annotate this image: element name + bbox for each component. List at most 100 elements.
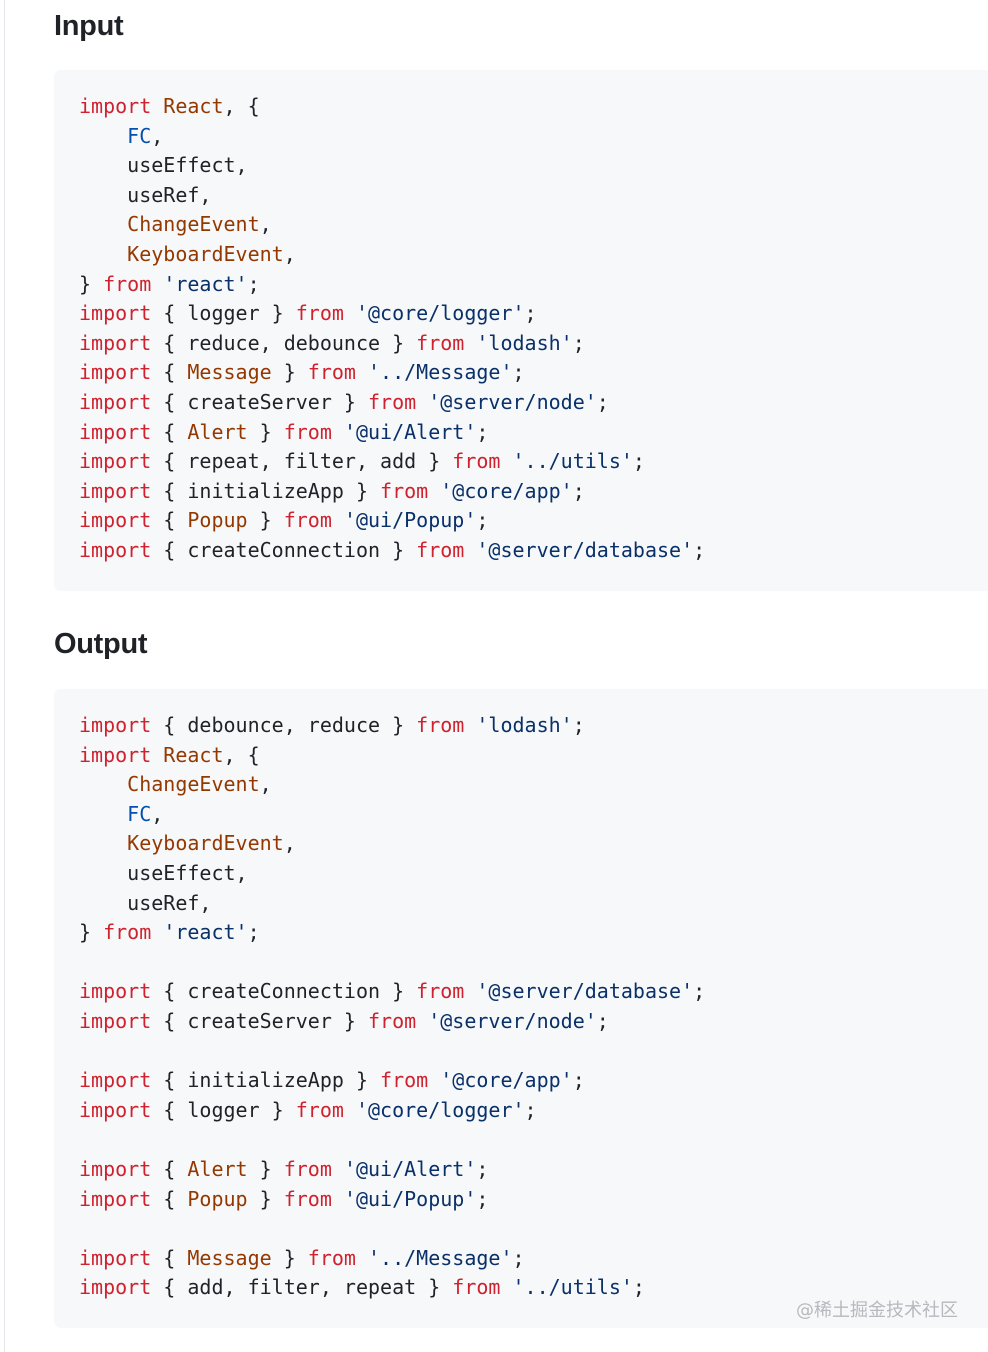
code-line: useEffect, bbox=[79, 859, 988, 889]
code-token-keyword: from bbox=[103, 920, 152, 945]
code-token-plain: ; bbox=[247, 920, 260, 945]
code-token-plain: , bbox=[259, 772, 272, 797]
code-line: KeyboardEvent, bbox=[79, 829, 988, 859]
code-token-plain: useRef, bbox=[79, 890, 212, 915]
output-code-block[interactable]: import { debounce, reduce } from 'lodash… bbox=[54, 689, 988, 1328]
input-code-block[interactable]: import React, { FC, useEffect, useRef, C… bbox=[54, 70, 988, 591]
code-token-plain: , bbox=[283, 241, 296, 266]
code-token-plain: { bbox=[151, 360, 188, 385]
code-token-plain: ; bbox=[596, 389, 609, 414]
code-token-plain: { bbox=[151, 1245, 188, 1270]
code-token-plain: ; bbox=[476, 1156, 489, 1181]
code-token-string: 'react' bbox=[163, 920, 248, 945]
code-token-plain: ; bbox=[572, 478, 585, 503]
code-line: import { repeat, filter, add } from '../… bbox=[79, 447, 988, 477]
code-token-plain: } bbox=[247, 419, 284, 444]
code-token-plain: { add, filter, repeat } bbox=[151, 1275, 453, 1300]
code-token-plain: } bbox=[271, 1245, 308, 1270]
code-token-string: '@server/node' bbox=[428, 389, 597, 414]
code-token-plain: { initializeApp } bbox=[151, 1068, 381, 1093]
code-token-keyword: from bbox=[416, 713, 465, 737]
code-token-plain: ; bbox=[512, 1245, 525, 1270]
code-line: } from 'react'; bbox=[79, 918, 988, 948]
code-token-string: '@ui/Popup' bbox=[343, 1186, 477, 1211]
code-line: import { Alert } from '@ui/Alert'; bbox=[79, 418, 988, 448]
code-line: import { createServer } from '@server/no… bbox=[79, 388, 988, 418]
code-line: import { Message } from '../Message'; bbox=[79, 358, 988, 388]
code-token-keyword: import bbox=[79, 979, 152, 1004]
code-token-ident: Popup bbox=[187, 508, 248, 533]
code-token-plain: useEffect, bbox=[79, 860, 248, 885]
code-line: import React, { bbox=[79, 92, 988, 122]
code-token-plain: ; bbox=[693, 979, 706, 1004]
code-token-plain: ; bbox=[524, 301, 537, 326]
code-token-keyword: from bbox=[416, 979, 465, 1004]
code-token-plain: { initializeApp } bbox=[151, 478, 381, 503]
code-line: import { debounce, reduce } from 'lodash… bbox=[79, 711, 988, 741]
code-token-keyword: import bbox=[79, 94, 152, 118]
code-token-string: '@ui/Popup' bbox=[343, 508, 477, 533]
code-token-keyword: import bbox=[79, 1008, 152, 1033]
code-token-ident: ChangeEvent bbox=[127, 212, 260, 237]
code-token-keyword: from bbox=[295, 1097, 344, 1122]
code-line: useRef, bbox=[79, 181, 988, 211]
code-token-plain: { reduce, debounce } bbox=[151, 330, 417, 355]
code-token-plain: { createConnection } bbox=[151, 537, 417, 562]
code-token-keyword: import bbox=[79, 419, 152, 444]
code-token-string: '../utils' bbox=[512, 1275, 633, 1300]
code-token-string: 'react' bbox=[163, 271, 248, 296]
code-token-plain: ; bbox=[572, 713, 585, 737]
code-token-plain: , bbox=[151, 801, 164, 826]
code-token-plain: } bbox=[271, 360, 308, 385]
code-token-string: '../Message' bbox=[368, 360, 513, 385]
code-line: import { Message } from '../Message'; bbox=[79, 1244, 988, 1274]
code-token-plain: ; bbox=[512, 360, 525, 385]
code-token-plain: } bbox=[79, 271, 104, 296]
code-token-ident: ChangeEvent bbox=[127, 772, 260, 797]
code-line: import { createServer } from '@server/no… bbox=[79, 1007, 988, 1037]
code-token-keyword: import bbox=[79, 330, 152, 355]
code-token-const: FC bbox=[127, 123, 152, 148]
code-token-string: '@server/database' bbox=[476, 979, 694, 1004]
code-line: useEffect, bbox=[79, 151, 988, 181]
code-token-keyword: import bbox=[79, 389, 152, 414]
code-line: import { initializeApp } from '@core/app… bbox=[79, 477, 988, 507]
code-line: KeyboardEvent, bbox=[79, 240, 988, 270]
code-token-keyword: from bbox=[283, 419, 332, 444]
code-token-keyword: from bbox=[283, 508, 332, 533]
code-token-keyword: import bbox=[79, 1097, 152, 1122]
code-line: FC, bbox=[79, 122, 988, 152]
code-token-ident: React bbox=[163, 742, 224, 767]
code-token-plain: { bbox=[151, 1186, 188, 1211]
code-token-string: '@core/logger' bbox=[355, 1097, 525, 1122]
code-line: import React, { bbox=[79, 741, 988, 771]
code-line: import { reduce, debounce } from 'lodash… bbox=[79, 329, 988, 359]
code-line: import { logger } from '@core/logger'; bbox=[79, 1096, 988, 1126]
code-line: import { createConnection } from '@serve… bbox=[79, 977, 988, 1007]
code-token-keyword: import bbox=[79, 713, 152, 737]
code-token-plain: ; bbox=[247, 271, 260, 296]
code-token-plain: ; bbox=[476, 508, 489, 533]
code-token-keyword: import bbox=[79, 1245, 152, 1270]
code-token-keyword: from bbox=[307, 360, 356, 385]
code-token-keyword: from bbox=[380, 1068, 429, 1093]
